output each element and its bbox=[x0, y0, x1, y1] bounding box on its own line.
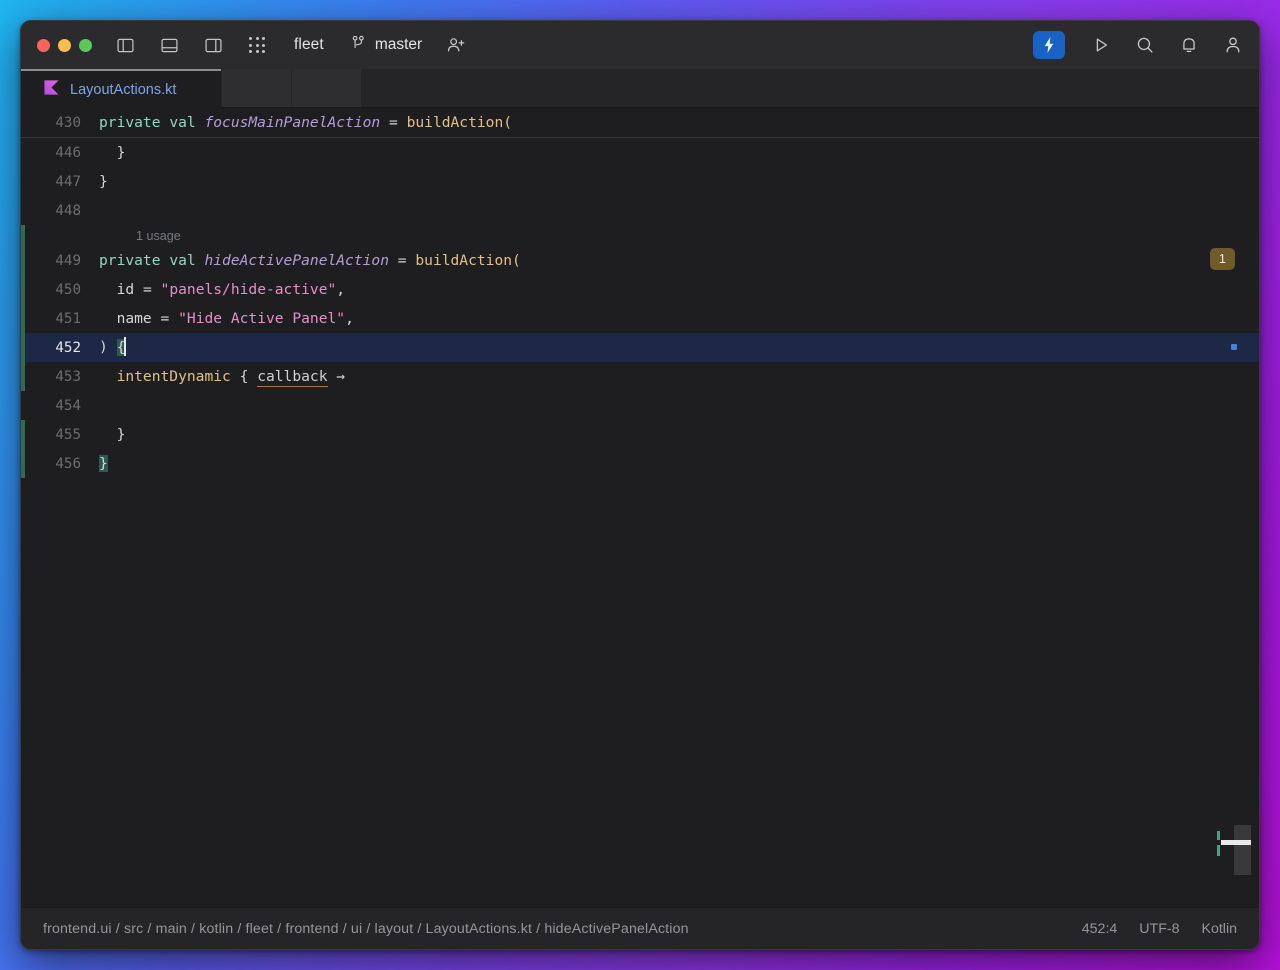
minimap-current-line-marker bbox=[1221, 840, 1251, 845]
window-controls bbox=[37, 39, 92, 52]
vcs-change-marker bbox=[21, 304, 25, 333]
minimap-thumb[interactable] bbox=[1234, 825, 1251, 875]
code-line-current[interactable]: 452 ) { bbox=[21, 333, 1259, 362]
file-language[interactable]: Kotlin bbox=[1202, 921, 1238, 937]
user-account-icon[interactable] bbox=[1221, 33, 1245, 57]
line-content: id = "panels/hide-active", bbox=[99, 281, 345, 298]
panel-bottom-icon[interactable] bbox=[158, 34, 180, 56]
tab-bar: LayoutActions.kt bbox=[21, 69, 1259, 108]
code-line[interactable]: 449 private val hideActivePanelAction = … bbox=[21, 246, 1259, 275]
warning-count-badge[interactable]: 1 bbox=[1210, 248, 1235, 270]
line-content: intentDynamic { callback → bbox=[99, 368, 345, 385]
line-number: 452 bbox=[21, 340, 99, 356]
line-content: } bbox=[99, 426, 125, 443]
text-caret bbox=[124, 337, 126, 356]
ide-window: fleet master bbox=[20, 20, 1260, 950]
tab-label: LayoutActions.kt bbox=[70, 82, 176, 98]
code-line[interactable]: 447 } bbox=[21, 167, 1259, 196]
kotlin-file-icon bbox=[43, 79, 60, 101]
code-line[interactable]: 454 bbox=[21, 391, 1259, 420]
line-content: } bbox=[99, 144, 125, 161]
status-bar-right: 452:4 UTF-8 Kotlin bbox=[1082, 921, 1237, 937]
code-line[interactable]: 455 } bbox=[21, 420, 1259, 449]
git-branch-selector[interactable]: master bbox=[350, 34, 422, 56]
tab-placeholder-2 bbox=[291, 69, 361, 108]
line-number: 450 bbox=[21, 282, 99, 298]
line-content: name = "Hide Active Panel", bbox=[99, 310, 354, 327]
minimap-change-marker bbox=[1217, 845, 1220, 856]
add-user-icon[interactable] bbox=[446, 35, 466, 55]
code-line[interactable]: 448 bbox=[21, 196, 1259, 225]
lightning-bolt-icon[interactable] bbox=[1033, 31, 1065, 59]
vcs-change-marker bbox=[21, 246, 25, 275]
maximize-window-button[interactable] bbox=[79, 39, 92, 52]
line-number: 446 bbox=[21, 145, 99, 161]
vcs-change-marker bbox=[21, 275, 25, 304]
line-content: } bbox=[99, 173, 108, 190]
line-number: 449 bbox=[21, 253, 99, 269]
vcs-change-marker bbox=[21, 449, 25, 478]
tab-placeholder-1 bbox=[221, 69, 291, 108]
line-content: } bbox=[99, 455, 108, 472]
close-window-button[interactable] bbox=[37, 39, 50, 52]
vcs-change-marker bbox=[21, 420, 25, 449]
line-number: 447 bbox=[21, 174, 99, 190]
line-number: 430 bbox=[21, 115, 99, 131]
panel-toggles bbox=[114, 34, 268, 56]
search-icon[interactable] bbox=[1133, 33, 1157, 57]
code-line[interactable]: 453 intentDynamic { callback → bbox=[21, 362, 1259, 391]
line-number: 451 bbox=[21, 311, 99, 327]
run-play-icon[interactable] bbox=[1089, 33, 1113, 57]
editor-minimap[interactable] bbox=[1215, 819, 1251, 881]
panel-left-icon[interactable] bbox=[114, 34, 136, 56]
grid-dots-icon[interactable] bbox=[246, 34, 268, 56]
minimap-change-marker bbox=[1217, 831, 1220, 840]
minimize-window-button[interactable] bbox=[58, 39, 71, 52]
caret-position[interactable]: 452:4 bbox=[1082, 921, 1118, 937]
breadcrumb[interactable]: frontend.ui / src / main / kotlin / flee… bbox=[43, 921, 689, 937]
inline-annotation-marker[interactable] bbox=[1231, 344, 1237, 350]
vcs-change-marker bbox=[21, 333, 25, 362]
git-branch-label: master bbox=[375, 36, 422, 54]
line-content: private val focusMainPanelAction = build… bbox=[99, 114, 512, 131]
usage-hint-label[interactable]: 1 usage bbox=[136, 229, 181, 243]
line-number: 456 bbox=[21, 456, 99, 472]
vcs-change-marker bbox=[21, 362, 25, 391]
code-line[interactable]: 450 id = "panels/hide-active", bbox=[21, 275, 1259, 304]
titlebar-right-actions bbox=[1033, 31, 1245, 59]
git-branch-icon bbox=[350, 34, 367, 56]
title-bar: fleet master bbox=[21, 21, 1259, 69]
tab-layoutactions-kt[interactable]: LayoutActions.kt bbox=[21, 69, 221, 108]
status-bar: frontend.ui / src / main / kotlin / flee… bbox=[21, 907, 1259, 949]
code-line[interactable]: 446 } bbox=[21, 138, 1259, 167]
code-line-sticky[interactable]: 430 private val focusMainPanelAction = b… bbox=[21, 108, 1259, 137]
panel-right-icon[interactable] bbox=[202, 34, 224, 56]
line-number: 454 bbox=[21, 398, 99, 414]
usage-hint-row[interactable]: 1 usage bbox=[21, 225, 1259, 246]
line-content: private val hideActivePanelAction = buil… bbox=[99, 252, 521, 269]
file-encoding[interactable]: UTF-8 bbox=[1139, 921, 1179, 937]
line-number: 455 bbox=[21, 427, 99, 443]
code-editor[interactable]: 430 private val focusMainPanelAction = b… bbox=[21, 108, 1259, 907]
bell-icon[interactable] bbox=[1177, 33, 1201, 57]
code-line[interactable]: 456 } bbox=[21, 449, 1259, 478]
code-line[interactable]: 451 name = "Hide Active Panel", bbox=[21, 304, 1259, 333]
project-name[interactable]: fleet bbox=[294, 36, 324, 54]
line-content: ) { bbox=[99, 338, 126, 357]
line-number: 448 bbox=[21, 203, 99, 219]
line-number: 453 bbox=[21, 369, 99, 385]
